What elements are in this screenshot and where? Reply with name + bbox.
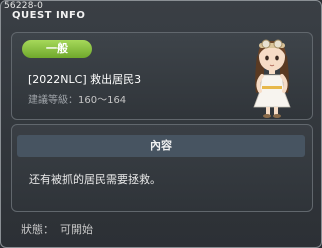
quest-description: 还有被抓的居民需要拯救。 bbox=[29, 173, 161, 186]
category-badge: 一般 bbox=[22, 40, 92, 58]
content-header: 內容 bbox=[17, 135, 305, 157]
quest-name: [2022NLC] 救出居民3 bbox=[28, 73, 142, 86]
quest-content-panel: 內容 还有被抓的居民需要拯救。 bbox=[11, 124, 313, 212]
npc-girl-portrait-icon bbox=[253, 39, 291, 118]
level-label: 建議等級： bbox=[28, 95, 78, 106]
quest-status: 狀態： 可開始 bbox=[21, 221, 93, 237]
window-title: QUEST INFO bbox=[12, 10, 86, 21]
quest-info-window: 56228-0 QUEST INFO 一般 [2022NLC] 救出居民3 建議… bbox=[0, 0, 322, 248]
status-label: 狀態： bbox=[21, 223, 54, 236]
quest-info-panel: 一般 [2022NLC] 救出居民3 建議等級：160～164 bbox=[11, 32, 313, 120]
level-range: 160～164 bbox=[78, 95, 127, 106]
level-requirement: 建議等級：160～164 bbox=[28, 91, 126, 106]
status-value: 可開始 bbox=[60, 223, 93, 236]
title-bar[interactable]: 56228-0 QUEST INFO bbox=[1, 1, 321, 21]
